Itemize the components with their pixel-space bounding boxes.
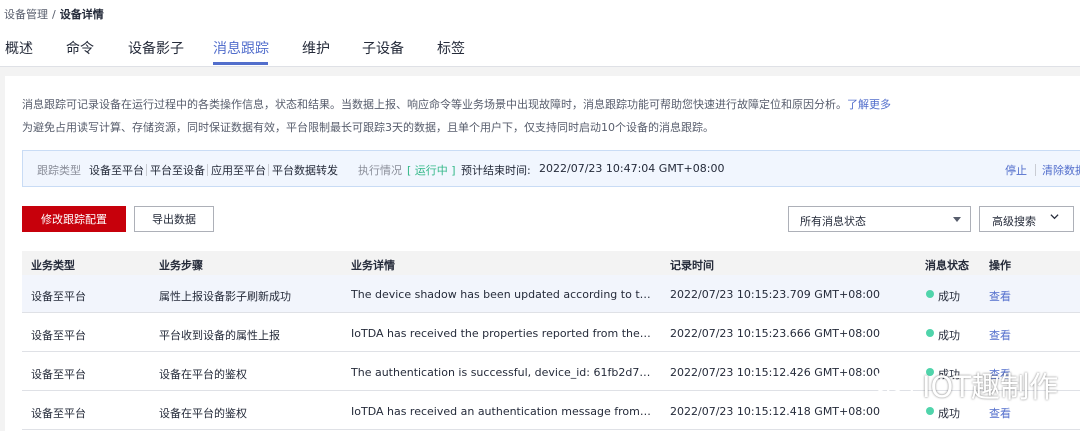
cell-detail: The device shadow has been updated accor… bbox=[351, 288, 651, 301]
tab-message-trace[interactable]: 消息跟踪 bbox=[213, 38, 269, 58]
tab-tags[interactable]: 标签 bbox=[437, 38, 465, 58]
view-link[interactable]: 查看 bbox=[989, 405, 1011, 421]
breadcrumb-separator: / bbox=[52, 8, 56, 21]
cell-step: 属性上报设备影子刷新成功 bbox=[159, 290, 291, 303]
cell-type: 设备至平台 bbox=[31, 290, 86, 303]
wechat-icon bbox=[873, 369, 914, 400]
export-data-button[interactable]: 导出数据 bbox=[134, 206, 214, 232]
divider bbox=[268, 164, 269, 176]
trace-type-data-forwarding: 平台数据转发 bbox=[272, 164, 338, 177]
cell-time: 2022/07/23 10:15:23.709 GMT+08:00 bbox=[670, 288, 880, 301]
trace-type-app-to-platform: 应用至平台 bbox=[211, 164, 266, 177]
tab-commands[interactable]: 命令 bbox=[66, 38, 94, 58]
advanced-search-label: 高级搜索 bbox=[992, 215, 1036, 228]
tab-device-shadow[interactable]: 设备影子 bbox=[128, 38, 184, 58]
cell-detail: IoTDA has received an authentication mes… bbox=[351, 405, 651, 418]
cell-type: 设备至平台 bbox=[31, 407, 86, 420]
cell-type: 设备至平台 bbox=[31, 368, 86, 381]
watermark-text: IOT趣制作 bbox=[922, 370, 1059, 404]
cell-detail: The authentication is successful, device… bbox=[351, 366, 651, 379]
modify-trace-config-button[interactable]: 修改跟踪配置 bbox=[22, 206, 126, 232]
execution-status-label: 执行情况 bbox=[358, 164, 402, 177]
advanced-search-button[interactable]: 高级搜索 bbox=[979, 206, 1074, 232]
trace-type-platform-to-device: 平台至设备 bbox=[150, 164, 205, 177]
cell-time: 2022/07/23 10:15:23.666 GMT+08:00 bbox=[670, 327, 880, 340]
description-text: 消息跟踪可记录设备在运行过程中的各类操作信息，状态和结果。当数据上报、响应命令等… bbox=[22, 98, 847, 111]
trace-info-box: 跟踪类型 设备至平台 平台至设备 应用至平台 平台数据转发 执行情况 [ 运行中… bbox=[22, 150, 1080, 187]
divider bbox=[1035, 164, 1036, 176]
breadcrumb-parent[interactable]: 设备管理 bbox=[4, 8, 48, 21]
description-line-2: 为避免占用读写计算、存储资源，同时保证数据有效，平台限制最长可跟踪3天的数据，且… bbox=[22, 121, 714, 134]
tab-bar: 概述 命令 设备影子 消息跟踪 维护 子设备 标签 bbox=[0, 28, 1080, 67]
cell-status: 成功 bbox=[938, 407, 960, 420]
column-header-time: 记录时间 bbox=[670, 259, 714, 272]
active-tab-indicator bbox=[213, 62, 268, 65]
message-status-selected: 所有消息状态 bbox=[800, 215, 866, 228]
tab-maintenance[interactable]: 维护 bbox=[302, 38, 330, 58]
cell-detail: IoTDA has received the properties report… bbox=[351, 327, 651, 340]
end-time-label: 预计结束时间: bbox=[461, 164, 531, 177]
execution-status-value: [ 运行中 ] bbox=[407, 164, 456, 177]
tab-child-devices[interactable]: 子设备 bbox=[362, 38, 404, 58]
view-link[interactable]: 查看 bbox=[989, 288, 1011, 304]
cell-step: 平台收到设备的属性上报 bbox=[159, 329, 280, 342]
status-success-icon bbox=[926, 290, 934, 298]
cell-step: 设备在平台的鉴权 bbox=[159, 407, 247, 420]
table-row: 设备至平台 平台收到设备的属性上报 IoTDA has received the… bbox=[22, 314, 1080, 352]
trace-type-label: 跟踪类型 bbox=[37, 164, 81, 177]
cell-step: 设备在平台的鉴权 bbox=[159, 368, 247, 381]
column-header-step: 业务步骤 bbox=[159, 259, 203, 272]
column-header-action: 操作 bbox=[989, 259, 1011, 272]
message-status-select[interactable]: 所有消息状态 bbox=[788, 206, 971, 232]
breadcrumb-current: 设备详情 bbox=[59, 8, 104, 21]
end-time-value: 2022/07/23 10:47:04 GMT+08:00 bbox=[539, 162, 725, 175]
table-row: 设备至平台 属性上报设备影子刷新成功 The device shadow has… bbox=[22, 275, 1080, 313]
clear-data-link[interactable]: 清除数据 bbox=[1042, 162, 1080, 178]
table-header: 业务类型 业务步骤 业务详情 记录时间 消息状态 操作 bbox=[22, 251, 1080, 275]
learn-more-link[interactable]: 了解更多 bbox=[847, 98, 891, 111]
breadcrumb: 设备管理 / 设备详情 bbox=[4, 6, 104, 22]
column-header-detail: 业务详情 bbox=[351, 259, 395, 272]
description-line-1: 消息跟踪可记录设备在运行过程中的各类操作信息，状态和结果。当数据上报、响应命令等… bbox=[22, 96, 891, 112]
column-header-type: 业务类型 bbox=[31, 259, 75, 272]
trace-type-device-to-platform: 设备至平台 bbox=[89, 164, 144, 177]
tab-overview[interactable]: 概述 bbox=[5, 38, 33, 58]
divider bbox=[146, 164, 147, 176]
divider bbox=[207, 164, 208, 176]
stop-link[interactable]: 停止 bbox=[1005, 162, 1027, 178]
status-success-icon bbox=[926, 329, 934, 337]
chevron-down-icon bbox=[1050, 214, 1059, 220]
view-link[interactable]: 查看 bbox=[989, 327, 1011, 343]
column-header-status: 消息状态 bbox=[925, 259, 969, 272]
status-success-icon bbox=[926, 407, 934, 415]
caret-down-icon bbox=[953, 217, 961, 222]
cell-status: 成功 bbox=[938, 290, 960, 303]
cell-status: 成功 bbox=[938, 329, 960, 342]
cell-type: 设备至平台 bbox=[31, 329, 86, 342]
cell-time: 2022/07/23 10:15:12.426 GMT+08:00 bbox=[670, 366, 880, 379]
cell-time: 2022/07/23 10:15:12.418 GMT+08:00 bbox=[670, 405, 880, 418]
